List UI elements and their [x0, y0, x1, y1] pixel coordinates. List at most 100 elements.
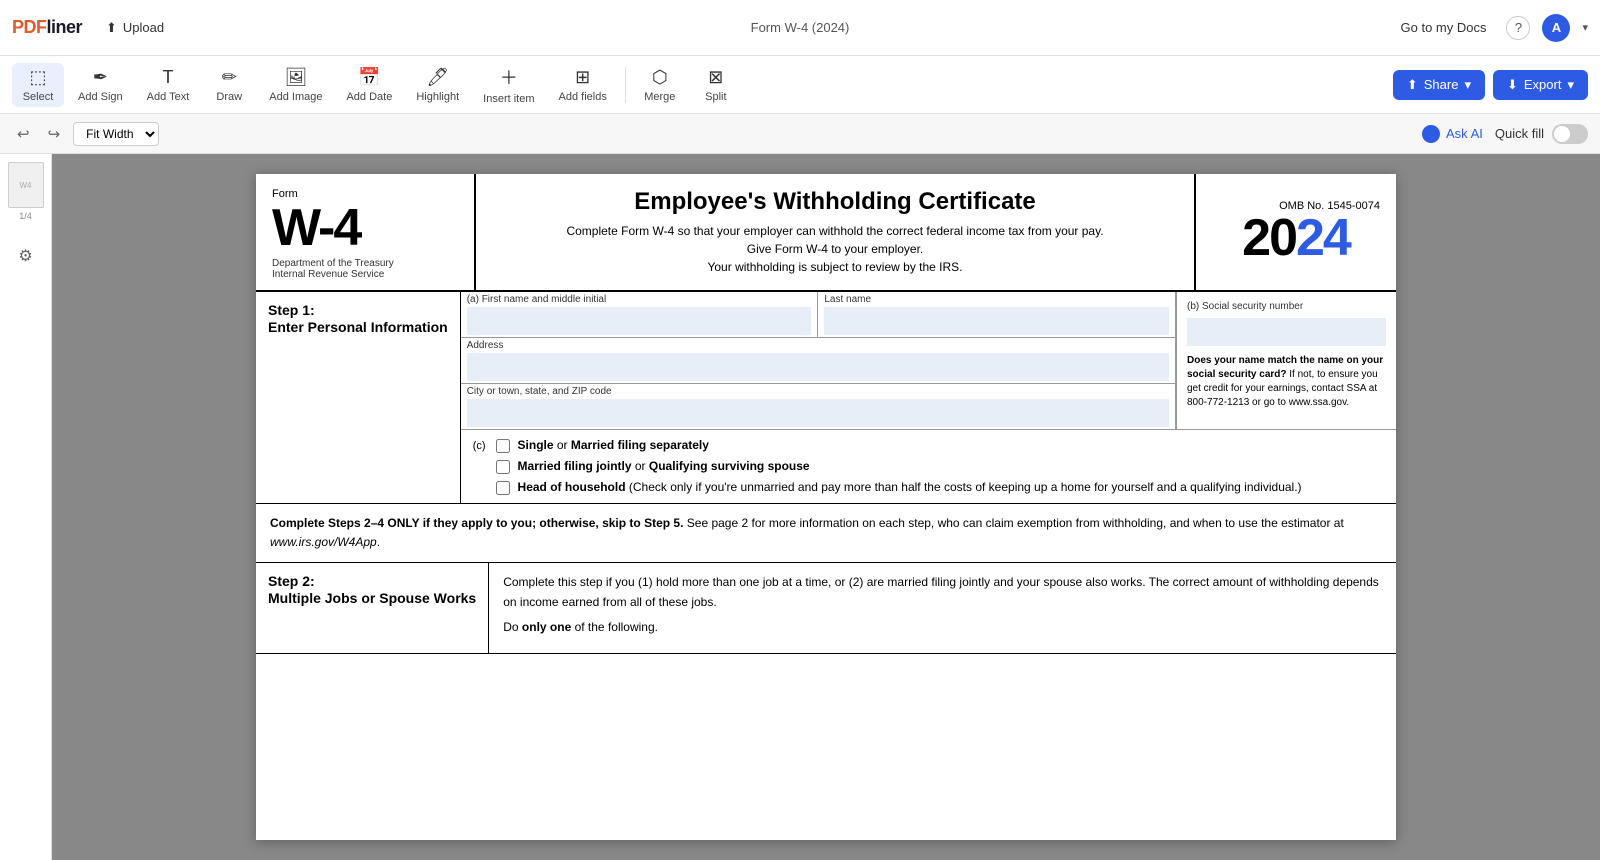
add-image-button[interactable]: 🖼 Add Image: [259, 63, 332, 107]
married-jointly-label: Married filing jointly or Qualifying sur…: [518, 459, 810, 473]
left-sidebar: W4 1/4 ⚙: [0, 154, 52, 860]
export-button[interactable]: ⬇ Export ▾: [1493, 70, 1588, 100]
name-ssn-row: (a) First name and middle initial Last n…: [461, 292, 1396, 429]
undo-button[interactable]: ↩: [12, 122, 35, 146]
step2-number: Step 2:: [268, 573, 476, 589]
topbar: PDFliner ⬆ Upload Form W-4 (2024) Go to …: [0, 0, 1600, 56]
last-name-label: Last name: [824, 294, 1169, 305]
merge-label: Merge: [644, 91, 675, 103]
form-header-center: Employee's Withholding Certificate Compl…: [476, 174, 1196, 290]
draw-icon: ✏: [222, 67, 237, 88]
head-of-household-label: Head of household (Check only if you're …: [518, 480, 1302, 494]
logo-pdf: PDF: [12, 17, 47, 38]
add-image-icon: 🖼: [284, 67, 307, 88]
dept-label: Department of the Treasury Internal Reve…: [272, 258, 458, 280]
complete-steps-bold: Complete Steps 2–4 ONLY if they apply to…: [270, 516, 683, 530]
city-label: City or town, state, and ZIP code: [467, 386, 1169, 397]
upload-button[interactable]: ⬆ Upload: [98, 16, 172, 40]
doc-area[interactable]: Form W-4 Department of the Treasury Inte…: [52, 154, 1600, 860]
highlight-label: Highlight: [416, 91, 459, 103]
toolbar: ⬚ Select ✒ Add Sign T Add Text ✏ Draw 🖼 …: [0, 56, 1600, 114]
fields-main: (a) First name and middle initial Last n…: [461, 292, 1176, 429]
first-name-label: (a) First name and middle initial: [467, 294, 812, 305]
last-name-input[interactable]: [824, 307, 1169, 335]
head-of-household-checkbox[interactable]: [496, 481, 510, 495]
add-sign-icon: ✒: [93, 67, 108, 88]
add-fields-icon: ⊞: [575, 67, 590, 88]
secondary-left: ↩ ↪ Fit Width: [12, 122, 159, 146]
address-input[interactable]: [467, 353, 1169, 381]
select-tool-button[interactable]: ⬚ Select: [12, 63, 64, 107]
single-checkbox[interactable]: [496, 439, 510, 453]
add-date-icon: 📅: [358, 67, 380, 88]
form-main-title: Employee's Withholding Certificate: [634, 188, 1036, 216]
export-label: Export: [1524, 77, 1562, 92]
ssn-label: (b) Social security number: [1187, 300, 1386, 314]
highlight-button[interactable]: 🖊 Highlight: [406, 63, 469, 107]
help-button[interactable]: ?: [1506, 16, 1530, 40]
add-text-button[interactable]: T Add Text: [137, 63, 200, 107]
ask-ai-label: Ask AI: [1446, 126, 1483, 141]
estimator-url: www.irs.gov/W4App: [270, 535, 377, 549]
last-name-cell: Last name: [818, 292, 1175, 337]
quick-fill-toggle-container: Quick fill: [1495, 124, 1588, 144]
ssn-section: (b) Social security number Does your nam…: [1176, 292, 1396, 429]
step1-number: Step 1:: [268, 302, 448, 318]
avatar-button[interactable]: A: [1542, 14, 1570, 42]
share-chevron-icon: ▾: [1464, 77, 1471, 93]
secondary-right: Ask AI Quick fill: [1422, 124, 1588, 144]
export-icon: ⬇: [1507, 77, 1518, 93]
split-icon: ⊠: [708, 67, 723, 88]
toggle-knob: [1554, 126, 1570, 142]
quick-fill-toggle[interactable]: [1552, 124, 1588, 144]
fit-width-select[interactable]: Fit Width: [73, 122, 159, 146]
split-button[interactable]: ⊠ Split: [690, 63, 742, 107]
topbar-chevron-button[interactable]: ▾: [1582, 21, 1588, 34]
topbar-left: PDFliner ⬆ Upload: [12, 16, 172, 40]
draw-button[interactable]: ✏ Draw: [203, 63, 255, 107]
insert-item-button[interactable]: ＋ Insert item: [473, 60, 544, 109]
redo-button[interactable]: ↪: [43, 122, 66, 146]
checkbox-single: Single or Married filing separately: [496, 438, 1302, 453]
form-number: W-4: [272, 202, 458, 254]
filing-status-row: (c) Single or Married filing separately: [461, 429, 1396, 503]
form-header-right: OMB No. 1545-0074 2024: [1196, 174, 1396, 290]
toolbar-divider: [625, 67, 626, 103]
first-name-input[interactable]: [467, 307, 812, 335]
merge-button[interactable]: ⬡ Merge: [634, 63, 686, 107]
add-sign-button[interactable]: ✒ Add Sign: [68, 63, 133, 107]
goto-docs-button[interactable]: Go to my Docs: [1393, 16, 1495, 39]
ask-ai-button[interactable]: Ask AI: [1422, 125, 1483, 143]
merge-icon: ⬡: [652, 67, 668, 88]
draw-label: Draw: [216, 91, 242, 103]
share-label: Share: [1424, 77, 1459, 92]
select-icon: ⬚: [29, 67, 46, 88]
checkbox-head-of-household: Head of household (Check only if you're …: [496, 480, 1302, 495]
insert-item-icon: ＋: [500, 64, 518, 90]
add-date-button[interactable]: 📅 Add Date: [336, 63, 402, 107]
step2-para2: Do only one of the following.: [503, 618, 1382, 637]
step2-label: Step 2: Multiple Jobs or Spouse Works: [256, 563, 489, 653]
insert-item-label: Insert item: [483, 93, 534, 105]
share-button[interactable]: ⬆ Share ▾: [1393, 70, 1485, 100]
address-label: Address: [467, 340, 1169, 351]
ssn-input[interactable]: [1187, 318, 1386, 346]
checkboxes-container: Single or Married filing separately Marr…: [496, 438, 1302, 495]
page-count-label: 1/4: [19, 211, 32, 221]
add-fields-button[interactable]: ⊞ Add fields: [549, 63, 617, 107]
upload-label: Upload: [123, 20, 164, 35]
married-jointly-checkbox[interactable]: [496, 460, 510, 474]
sidebar-settings-icon[interactable]: ⚙: [18, 246, 32, 266]
name-row: (a) First name and middle initial Last n…: [461, 292, 1175, 338]
step2-title: Multiple Jobs or Spouse Works: [268, 589, 476, 607]
add-image-label: Add Image: [269, 91, 322, 103]
city-row: City or town, state, and ZIP code: [461, 384, 1175, 429]
step2-section: Step 2: Multiple Jobs or Spouse Works Co…: [256, 563, 1396, 654]
secondary-toolbar: ↩ ↪ Fit Width Ask AI Quick fill: [0, 114, 1600, 154]
export-chevron-icon: ▾: [1567, 77, 1574, 93]
city-input[interactable]: [467, 399, 1169, 427]
add-text-label: Add Text: [147, 91, 190, 103]
page-thumbnail[interactable]: W4 1/4: [8, 162, 44, 208]
complete-steps-row: Complete Steps 2–4 ONLY if they apply to…: [256, 504, 1396, 563]
checkbox-married-jointly: Married filing jointly or Qualifying sur…: [496, 459, 1302, 474]
